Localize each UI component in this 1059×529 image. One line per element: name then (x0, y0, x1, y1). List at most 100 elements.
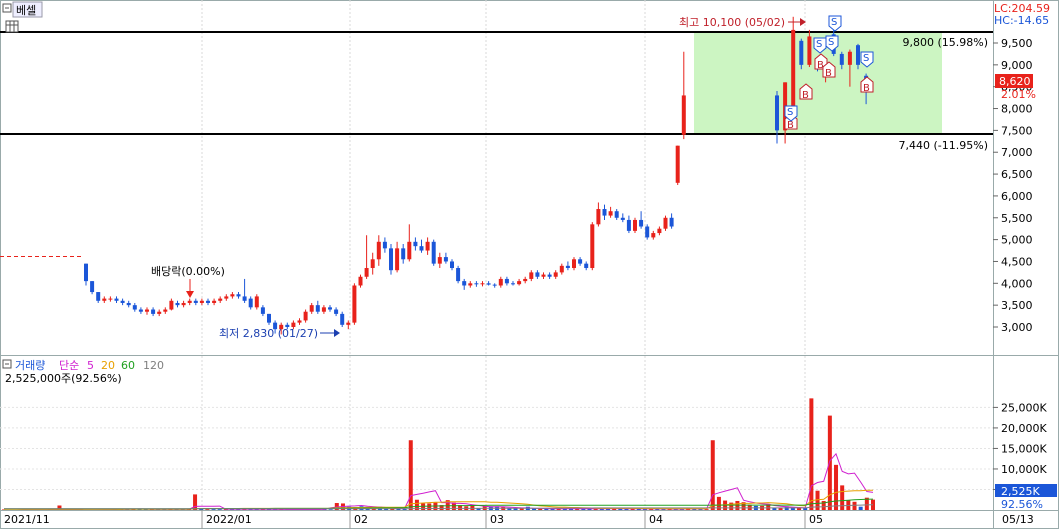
candle-body (395, 248, 400, 271)
hc-value: HC:-14.65 (994, 14, 1049, 27)
volume-bar (840, 485, 845, 510)
volume-ma-5 (4, 452, 874, 511)
candle-body (437, 257, 442, 264)
candle-body (358, 276, 363, 286)
candle-body (181, 302, 186, 306)
candle-body (541, 274, 546, 277)
candle-body (529, 272, 534, 279)
price-tick-label: 4,000 (1001, 277, 1033, 290)
volume-tick-label: 15,000K (1001, 442, 1047, 455)
candle-body (126, 302, 131, 306)
candle-body (450, 261, 454, 269)
candle-body (376, 241, 381, 260)
candle-body (254, 296, 259, 308)
time-label: 05 (809, 513, 823, 526)
candle-body (370, 259, 375, 269)
candle-body (657, 228, 662, 234)
candle-body (799, 40, 804, 65)
sell-marker-label: S (828, 37, 834, 48)
candle-body (212, 300, 217, 303)
sell-marker-label: S (831, 17, 837, 28)
time-label: 02 (354, 513, 368, 526)
candle-body (614, 211, 619, 218)
price-tick-label: 3,500 (1001, 299, 1033, 312)
volume-bar (538, 508, 543, 510)
ma120-label: 120 (143, 359, 164, 372)
candle-body (608, 211, 613, 216)
candle-body (492, 284, 497, 286)
candle-body (602, 209, 607, 216)
price-tick-label: 7,500 (1001, 124, 1033, 137)
candle-body (114, 298, 119, 301)
candle-body (309, 305, 314, 312)
candle-body (187, 300, 192, 303)
candle-body (260, 307, 265, 314)
price-tick-label: 3,000 (1001, 321, 1033, 334)
candle-body (267, 313, 271, 323)
buy-marker-label: B (787, 120, 794, 131)
buy-marker-label: B (863, 83, 870, 94)
candle-body (645, 226, 650, 238)
stock-chart: BBBBBSSSSS 9,5009,0008,5008,0007,5007,00… (0, 0, 1059, 529)
candle-body (303, 311, 308, 321)
candle-body (346, 322, 351, 325)
price-tick-label: 6,000 (1001, 190, 1033, 203)
time-label: 05/13 (1002, 513, 1034, 526)
price-tick-label: 8,000 (1001, 103, 1033, 116)
candle-body (102, 298, 107, 301)
candle-body (523, 278, 528, 282)
sell-marker-label: S (787, 107, 793, 118)
candle-body (511, 283, 515, 285)
volume-bar (809, 398, 814, 510)
candle-body (145, 309, 149, 312)
candle-body (297, 320, 302, 323)
volume-bar (852, 501, 857, 510)
candle-body (389, 248, 393, 271)
candle-body (474, 283, 479, 285)
candle-body (620, 217, 625, 220)
volume-current: 2,525K (1001, 485, 1040, 498)
ma5-label: 5 (87, 359, 94, 372)
candle-body (248, 298, 253, 308)
volume-tick-label: 20,000K (1001, 422, 1047, 435)
candle-body (486, 283, 491, 285)
candle-body (639, 219, 644, 227)
price-tick-label: 7,000 (1001, 146, 1033, 159)
chart-title: 베셀 (16, 4, 36, 17)
candle-body (839, 53, 844, 65)
candle-body (504, 278, 509, 284)
candle-body (431, 241, 436, 264)
price-tick-label: 5,000 (1001, 234, 1033, 247)
table-icon[interactable] (5, 20, 19, 33)
lower-line-label: 7,440 (-11.95%) (899, 139, 988, 152)
sell-marker-label: S (863, 53, 869, 64)
candle-body (419, 246, 424, 251)
price-tick-label: 4,500 (1001, 255, 1033, 268)
sell-marker-label: S (816, 39, 822, 50)
current-change: 2.01% (1001, 88, 1036, 101)
candle-body (364, 268, 369, 277)
low-arrow-icon (334, 329, 340, 337)
volume-bar (834, 464, 839, 510)
candle-body (565, 265, 570, 269)
candle-body (321, 307, 326, 312)
candle-body (462, 281, 467, 286)
buy-marker-label: B (825, 68, 832, 79)
price-tick-label: 9,000 (1001, 59, 1033, 72)
candle-body (169, 300, 174, 310)
candle-body (413, 241, 418, 247)
volume-current-pct: 92.56% (1001, 498, 1043, 511)
time-label: 04 (649, 513, 663, 526)
candle-body (108, 298, 113, 300)
candle-body (578, 259, 583, 264)
candle-body (590, 224, 595, 269)
ma-label: 단순 (59, 359, 79, 372)
candle-body (669, 217, 674, 227)
candle-body (547, 274, 552, 277)
candle-body (553, 272, 558, 277)
candle-body (443, 257, 448, 262)
price-tick-label: 5,500 (1001, 212, 1033, 225)
candle-body (651, 233, 656, 238)
time-label: 2022/01 (206, 513, 252, 526)
volume-axis: 25,000K20,000K15,000K10,000K5,000K (993, 401, 1047, 496)
